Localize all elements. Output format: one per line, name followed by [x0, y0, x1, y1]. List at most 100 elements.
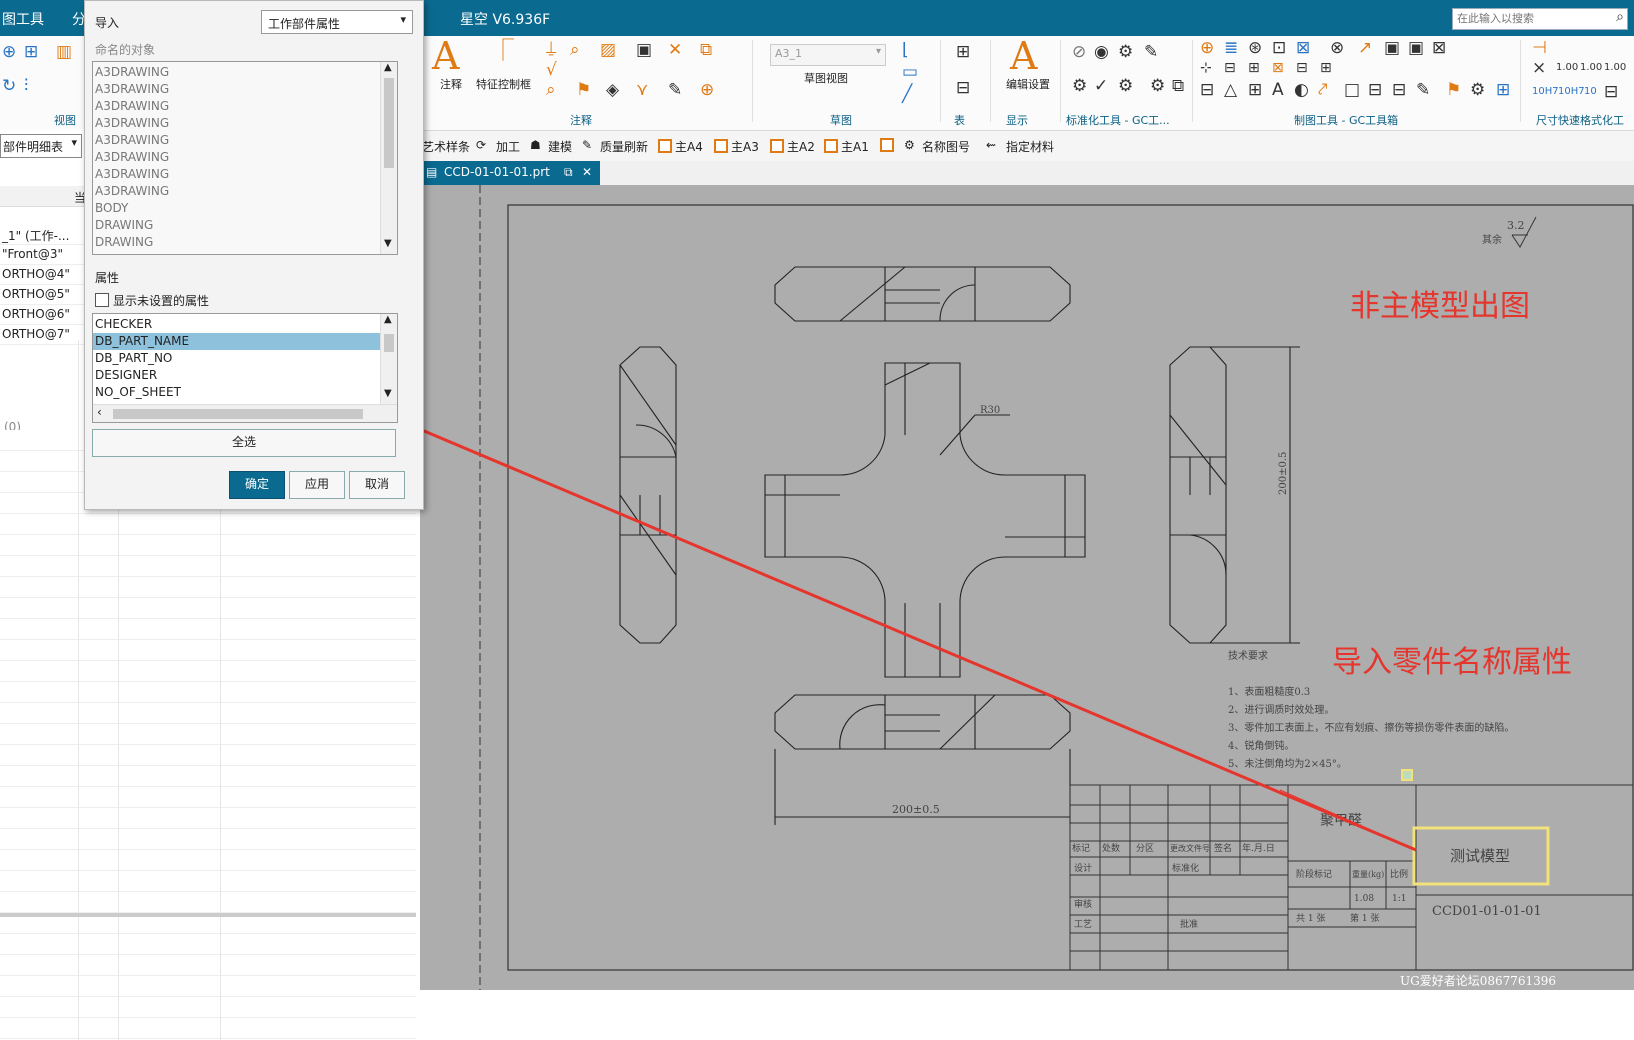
line-icon[interactable]: ╱	[902, 84, 912, 104]
gc-tool-24-icon[interactable]: ⊟	[1368, 80, 1382, 100]
gc-tool-21-icon[interactable]: ◐	[1294, 80, 1309, 100]
list-item[interactable]: A3DRAWING	[95, 183, 169, 200]
main-a4-button[interactable]: 主A4	[658, 138, 703, 155]
list-item[interactable]: A3DRAWING	[95, 81, 169, 98]
main-a1-button[interactable]: 主A1	[824, 138, 869, 155]
tb-part-name[interactable]: 测试模型	[1450, 847, 1510, 865]
list-item[interactable]: CHECKER	[95, 316, 152, 333]
edit-settings-icon[interactable]: A	[1010, 34, 1037, 78]
graphics-window[interactable]: R30 200±0.5 200±0.5 3.2 其余 技术要求 1、表面粗糙度0…	[420, 185, 1634, 990]
gc-tool-17-icon[interactable]: ⊟	[1200, 80, 1214, 100]
gc-tool-27-icon[interactable]: ⚑	[1446, 80, 1461, 100]
gc-tool-23-icon[interactable]: □	[1344, 80, 1360, 100]
main-a3-button[interactable]: 主A3	[714, 138, 759, 155]
list-item[interactable]: DRAWING	[95, 217, 153, 234]
feature-control-frame-icon[interactable]: ⎾	[492, 41, 514, 63]
std-tool-9-icon[interactable]: ⧉	[1172, 76, 1184, 96]
gc-tool-20-icon[interactable]: A	[1272, 80, 1284, 100]
target-point-icon[interactable]: ⊕	[700, 80, 714, 100]
cancel-button[interactable]: 取消	[349, 471, 405, 499]
pin-icon[interactable]: ⧉	[564, 165, 573, 180]
std-tool-1-icon[interactable]: ⊘	[1072, 42, 1086, 62]
gc-tool-2-icon[interactable]: ≣	[1224, 38, 1238, 58]
xyz-icon[interactable]: ⤤	[1318, 80, 1328, 100]
search-box[interactable]: ⌕	[1452, 8, 1628, 30]
material-icon[interactable]: ⇜	[986, 138, 996, 152]
edit-settings-label[interactable]: 编辑设置	[1006, 76, 1050, 92]
navigator-select[interactable]: 部件明细表 ▾	[0, 134, 82, 158]
feature-control-frame-label[interactable]: 特征控制框	[476, 76, 531, 92]
dim-format-1-icon[interactable]: ⊣	[1532, 38, 1547, 58]
gc-tool-5-icon[interactable]: ⊠	[1296, 38, 1310, 58]
gc-tool-13-icon[interactable]: ⊞	[1248, 58, 1260, 78]
gc-tool-11-icon[interactable]: ⊹	[1200, 58, 1212, 78]
view-icon-1[interactable]: ⊕	[2, 42, 16, 62]
gc-tool-12-icon[interactable]: ⊟	[1224, 58, 1236, 78]
edit-icon[interactable]: ✎	[668, 80, 682, 100]
list-item[interactable]: A3DRAWING	[95, 149, 169, 166]
dim-format-6-icon[interactable]: 10H7	[1532, 82, 1559, 102]
dim-format-5-icon[interactable]: 1.00	[1604, 58, 1626, 78]
list-item[interactable]: A3DRAWING	[95, 115, 169, 132]
search-input[interactable]	[1453, 9, 1611, 27]
dim-format-8-icon[interactable]: 10	[1584, 82, 1597, 102]
scrollbar-thumb[interactable]	[113, 409, 363, 419]
std-tool-2-icon[interactable]: ◉	[1094, 42, 1109, 62]
chevron-up-icon[interactable]: ▲	[384, 62, 392, 73]
note-button-label[interactable]: 注释	[440, 76, 462, 92]
rectangle-icon[interactable]: ▭	[902, 62, 918, 82]
flag-icon[interactable]: ⚑	[576, 80, 591, 100]
view-icon-2[interactable]: ⊞	[24, 42, 38, 62]
gc-tool-3-icon[interactable]: ⊛	[1248, 38, 1262, 58]
modeling-icon[interactable]: ☗	[530, 138, 541, 152]
machining-icon[interactable]: ⟳	[476, 138, 486, 152]
view-icon-5[interactable]: ⫶	[24, 76, 28, 96]
list-item[interactable]: A3DRAWING	[95, 64, 169, 81]
sheet-combo[interactable]: A3_1 ▾	[770, 44, 886, 66]
gc-tool-1-icon[interactable]: ⊕	[1200, 38, 1214, 58]
show-unset-checkbox[interactable]	[95, 293, 109, 307]
list-item[interactable]: DRAWING	[95, 234, 153, 251]
select-all-button[interactable]: 全选	[92, 429, 396, 457]
scrollbar-thumb[interactable]	[384, 334, 394, 352]
gc-tool-4-icon[interactable]: ⊡	[1272, 38, 1286, 58]
chevron-up-icon[interactable]: ▲	[384, 314, 392, 325]
gc-tool-15-icon[interactable]: ⊟	[1296, 58, 1308, 78]
list-item[interactable]: A3DRAWING	[95, 132, 169, 149]
parts-list-icon[interactable]: ⊟	[956, 78, 970, 98]
import-source-select[interactable]: 工作部件属性 ▾	[261, 10, 413, 34]
datum-icon[interactable]: ⍊	[546, 38, 556, 58]
dim-format-3-icon[interactable]: 1.00	[1556, 58, 1578, 78]
triangle-icon[interactable]: △	[1224, 80, 1237, 100]
image-icon[interactable]: ▣	[636, 40, 652, 60]
close-icon[interactable]: ✕	[582, 165, 592, 179]
ok-button[interactable]: 确定	[229, 471, 285, 499]
list-item-selected[interactable]: DB_PART_NAME	[93, 333, 381, 350]
list-item[interactable]: BODY	[95, 200, 128, 217]
attributes-list[interactable]: CHECKER DB_PART_NAME DB_PART_NO DESIGNER…	[92, 313, 398, 423]
std-tool-3-icon[interactable]: ⚙	[1118, 42, 1133, 62]
named-objects-list[interactable]: A3DRAWING A3DRAWING A3DRAWING A3DRAWING …	[92, 61, 398, 255]
view-icon-3[interactable]: ▥	[56, 42, 72, 62]
apply-button[interactable]: 应用	[289, 471, 345, 499]
name-number-icon[interactable]: ⚙	[904, 138, 915, 152]
scrollbar[interactable]: ▲ ▼	[380, 62, 397, 254]
dim-format-9-icon[interactable]: ⊟	[1604, 82, 1618, 102]
hatch-icon[interactable]: ▨	[600, 40, 616, 60]
list-item[interactable]: A3DRAWING	[95, 166, 169, 183]
gc-tool-8-icon[interactable]: ▣	[1384, 38, 1400, 58]
sketch-view-label[interactable]: 草图视图	[804, 70, 848, 86]
std-tool-7-icon[interactable]: ⚙	[1118, 76, 1133, 96]
modeling-button[interactable]: 建模	[548, 138, 572, 155]
name-number-button[interactable]: 名称图号	[922, 138, 970, 155]
std-tool-6-icon[interactable]: ✓	[1094, 76, 1108, 96]
chevron-down-icon[interactable]: ▼	[384, 238, 392, 249]
quality-refresh-icon[interactable]: ✎	[582, 138, 592, 152]
fill-icon[interactable]: ◈	[606, 80, 619, 100]
gc-tool-9-icon[interactable]: ▣	[1408, 38, 1424, 58]
cross-icon[interactable]: ✕	[668, 40, 682, 60]
scrollbar[interactable]: ▲ ▼	[380, 314, 397, 404]
gc-tool-29-icon[interactable]: ⊞	[1496, 80, 1510, 100]
dim-format-7-icon[interactable]: 10H7	[1558, 82, 1585, 102]
art-spline-button[interactable]: 艺术样条	[422, 138, 470, 155]
